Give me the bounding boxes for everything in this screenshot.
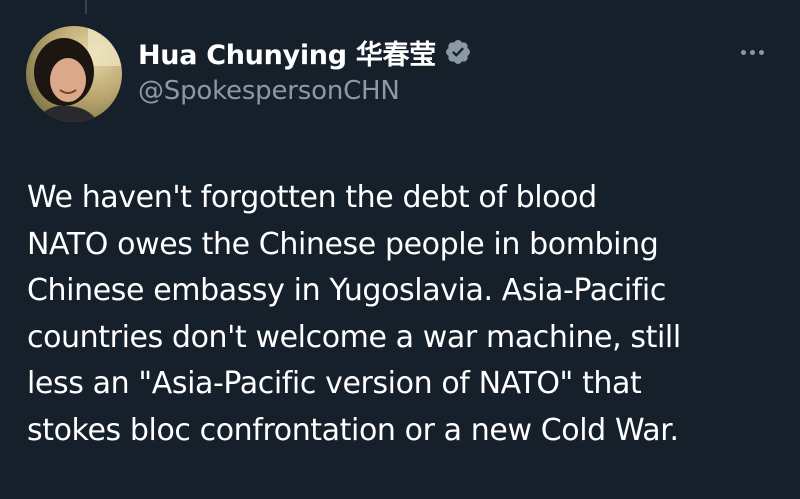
more-horizontal-icon [749, 49, 755, 55]
author-display-name[interactable]: Hua Chunying 华春莹 [138, 33, 436, 72]
author-name-row[interactable]: Hua Chunying 华春莹 [138, 33, 472, 72]
verified-badge-icon [444, 38, 472, 66]
tweet-text-line: NATO owes the Chinese people in bombing [27, 226, 659, 262]
tweet-text-line: stokes bloc confrontation or a new Cold … [27, 412, 679, 448]
tweet-text-line: We haven't forgotten the debt of blood [27, 180, 597, 215]
more-options-button[interactable] [732, 38, 772, 66]
thread-connector-line [85, 0, 87, 14]
tweet-text-line: countries don't welcome a war machine, s… [27, 319, 681, 355]
avatar[interactable] [26, 26, 122, 122]
more-horizontal-icon [740, 49, 746, 55]
tweet-text-line: less an "Asia-Pacific version of NATO" t… [27, 366, 642, 401]
more-horizontal-icon [758, 49, 764, 55]
tweet-text: We haven't forgotten the debt of blood N… [27, 175, 787, 454]
profile-photo-icon [26, 26, 122, 122]
author-handle[interactable]: @SpokespersonCHN [138, 76, 400, 106]
tweet-text-line: Chinese embassy in Yugoslavia. Asia-Paci… [27, 273, 666, 308]
